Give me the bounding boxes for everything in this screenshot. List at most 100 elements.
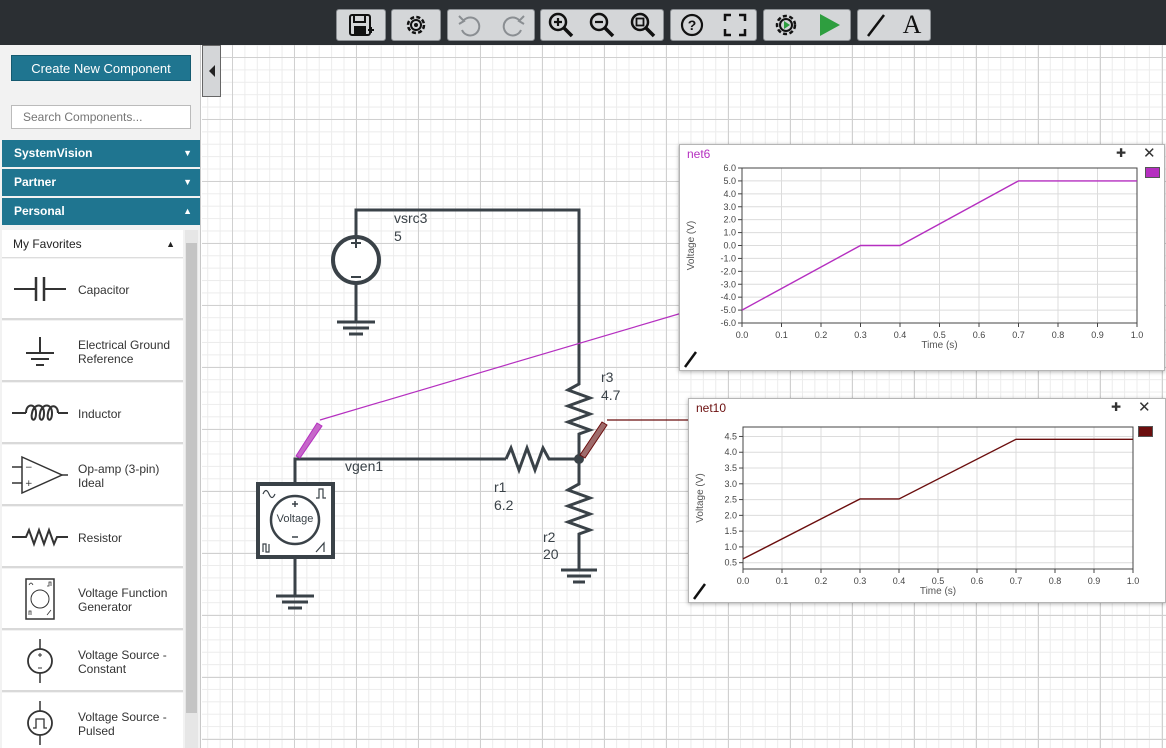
x-tick-label: 0.2 <box>815 330 828 340</box>
component-label: Resistor <box>78 530 123 545</box>
opamp-icon: −+ <box>12 455 68 495</box>
x-tick-label: 0.0 <box>737 576 750 586</box>
probe-net10[interactable] <box>579 419 690 459</box>
function-generator-icon <box>25 578 55 620</box>
svg-text:?: ? <box>688 17 697 33</box>
legend-swatch-net6[interactable] <box>1145 167 1160 178</box>
favorites-label: My Favorites <box>13 237 82 251</box>
r2-value-label: 20 <box>543 546 559 562</box>
component-capacitor[interactable]: Capacitor <box>2 259 183 320</box>
vsrc3-symbol[interactable] <box>331 235 381 322</box>
probe-icon[interactable] <box>692 582 708 605</box>
inductor-icon <box>12 404 68 421</box>
component-label: Capacitor <box>78 282 130 297</box>
x-tick-label: 0.7 <box>1012 330 1025 340</box>
run-icon[interactable] <box>812 10 846 40</box>
y-tick-label: -5.0 <box>720 305 736 315</box>
probe-icon[interactable] <box>683 350 699 373</box>
x-tick-label: 0.2 <box>815 576 828 586</box>
y-tick-label: 5.0 <box>723 176 736 186</box>
chevron-down-icon: ▼ <box>183 177 192 187</box>
draw-group: A <box>857 9 931 41</box>
r1-resistor[interactable] <box>504 443 579 475</box>
help-icon[interactable]: ? <box>675 10 709 40</box>
category-partner[interactable]: Partner ▼ <box>2 169 200 196</box>
vgen1-symbol[interactable] <box>256 482 335 596</box>
x-tick-label: 0.4 <box>894 330 907 340</box>
category-label: Personal <box>14 204 65 218</box>
search-components-input[interactable] <box>11 105 191 129</box>
zoom-out-icon[interactable] <box>585 10 619 40</box>
y-tick-label: 4.5 <box>724 431 737 441</box>
component-label: Voltage Function Generator <box>78 585 168 614</box>
plot-window-net6[interactable]: net6 ✚ ✕ 6.0 5.0 4.0 3.0 2.0 1.0 0.0 -1.0 -2.0 -3… <box>679 144 1165 371</box>
y-tick-label: -2.0 <box>720 266 736 276</box>
wire-vgen1-r1[interactable] <box>293 457 506 484</box>
x-tick-label: 0.6 <box>973 330 986 340</box>
save-group <box>336 9 386 41</box>
my-favorites-header[interactable]: My Favorites ▲ <box>2 230 183 258</box>
simulation-settings-icon[interactable] <box>769 10 803 40</box>
view-group: ? <box>670 9 757 41</box>
plot-window-net10[interactable]: net10 ✚ ✕ 4.5 4.0 3.5 3.0 2.5 2.0 1.5 1.0 0.5 0.0… <box>688 398 1166 603</box>
ground-symbol-vgen1[interactable] <box>276 594 314 610</box>
ground-symbol-vsrc3[interactable] <box>337 320 375 336</box>
x-tick-label: 0.0 <box>736 330 749 340</box>
category-systemvision[interactable]: SystemVision ▼ <box>2 140 200 167</box>
chevron-left-icon <box>208 65 215 77</box>
sidebar-scrollbar-thumb[interactable] <box>186 243 197 713</box>
component-voltage-source-pulsed[interactable]: Voltage Source - Pulsed <box>2 693 183 748</box>
y-tick-label: -3.0 <box>720 279 736 289</box>
x-tick-label: 0.5 <box>933 330 946 340</box>
ground-symbol-r2[interactable] <box>561 568 597 584</box>
zoom-in-icon[interactable] <box>544 10 578 40</box>
x-tick-label: 1.0 <box>1127 576 1140 586</box>
r2-name-label: r2 <box>543 529 556 545</box>
vsrc3-value-label: 5 <box>394 228 402 244</box>
component-function-generator[interactable]: Voltage Function Generator <box>2 569 183 630</box>
schematic-canvas[interactable]: vsrc3 5 r3 4.7 vgen1 r1 6.2 r2 20 Voltag… <box>202 45 1166 748</box>
zoom-fit-icon[interactable] <box>626 10 660 40</box>
zoom-group <box>540 9 664 41</box>
text-icon[interactable]: A <box>895 10 929 40</box>
y-tick-label: 1.0 <box>724 542 737 552</box>
wire-icon[interactable] <box>859 10 893 40</box>
y-tick-label: 2.5 <box>724 495 737 505</box>
y-tick-label: -4.0 <box>720 292 736 302</box>
y-tick-label: 2.0 <box>724 510 737 520</box>
vgen1-name-label: vgen1 <box>345 458 384 474</box>
y-tick-label: 0.5 <box>724 558 737 568</box>
category-personal[interactable]: Personal ▲ <box>2 198 200 225</box>
category-label: Partner <box>14 175 57 189</box>
component-label: Voltage Source - Pulsed <box>78 709 167 738</box>
component-inductor[interactable]: Inductor <box>2 383 183 444</box>
collapse-sidebar-button[interactable] <box>202 45 221 97</box>
component-library-panel: Create New Component SystemVision ▼ Part… <box>0 45 201 748</box>
legend-swatch-net10[interactable] <box>1138 426 1153 437</box>
simulation-group <box>763 9 851 41</box>
x-tick-label: 0.8 <box>1052 330 1065 340</box>
wire-top[interactable] <box>354 208 581 380</box>
settings-icon[interactable] <box>399 10 433 40</box>
create-new-component-button[interactable]: Create New Component <box>11 55 191 81</box>
undo-icon[interactable] <box>453 10 487 40</box>
category-label: SystemVision <box>14 146 93 160</box>
x-axis-label: Time (s) <box>920 586 956 597</box>
y-tick-label: 2.0 <box>723 215 736 225</box>
component-ground[interactable]: Electrical Ground Reference <box>2 321 183 382</box>
fullscreen-icon[interactable] <box>718 10 752 40</box>
x-tick-label: 0.4 <box>893 576 906 586</box>
component-opamp[interactable]: − + Op-amp (3-pin) Ideal <box>2 445 183 506</box>
r2-resistor[interactable] <box>563 459 595 570</box>
chevron-down-icon: ▼ <box>183 148 192 158</box>
y-tick-label: 3.5 <box>724 463 737 473</box>
component-voltage-source-constant[interactable]: Voltage Source - Constant <box>2 631 183 692</box>
save-icon[interactable] <box>344 10 378 40</box>
chevron-up-icon: ▲ <box>183 206 192 216</box>
svg-text:−: − <box>25 463 33 473</box>
vsrc3-name-label: vsrc3 <box>394 210 428 226</box>
x-tick-label: 0.7 <box>1010 576 1023 586</box>
net10-chart: 4.54.03.53.02.52.01.51.00.50.0 0.1 0.2 0.3 0… <box>695 426 1140 597</box>
component-resistor[interactable]: Resistor <box>2 507 183 568</box>
redo-icon[interactable] <box>496 10 530 40</box>
